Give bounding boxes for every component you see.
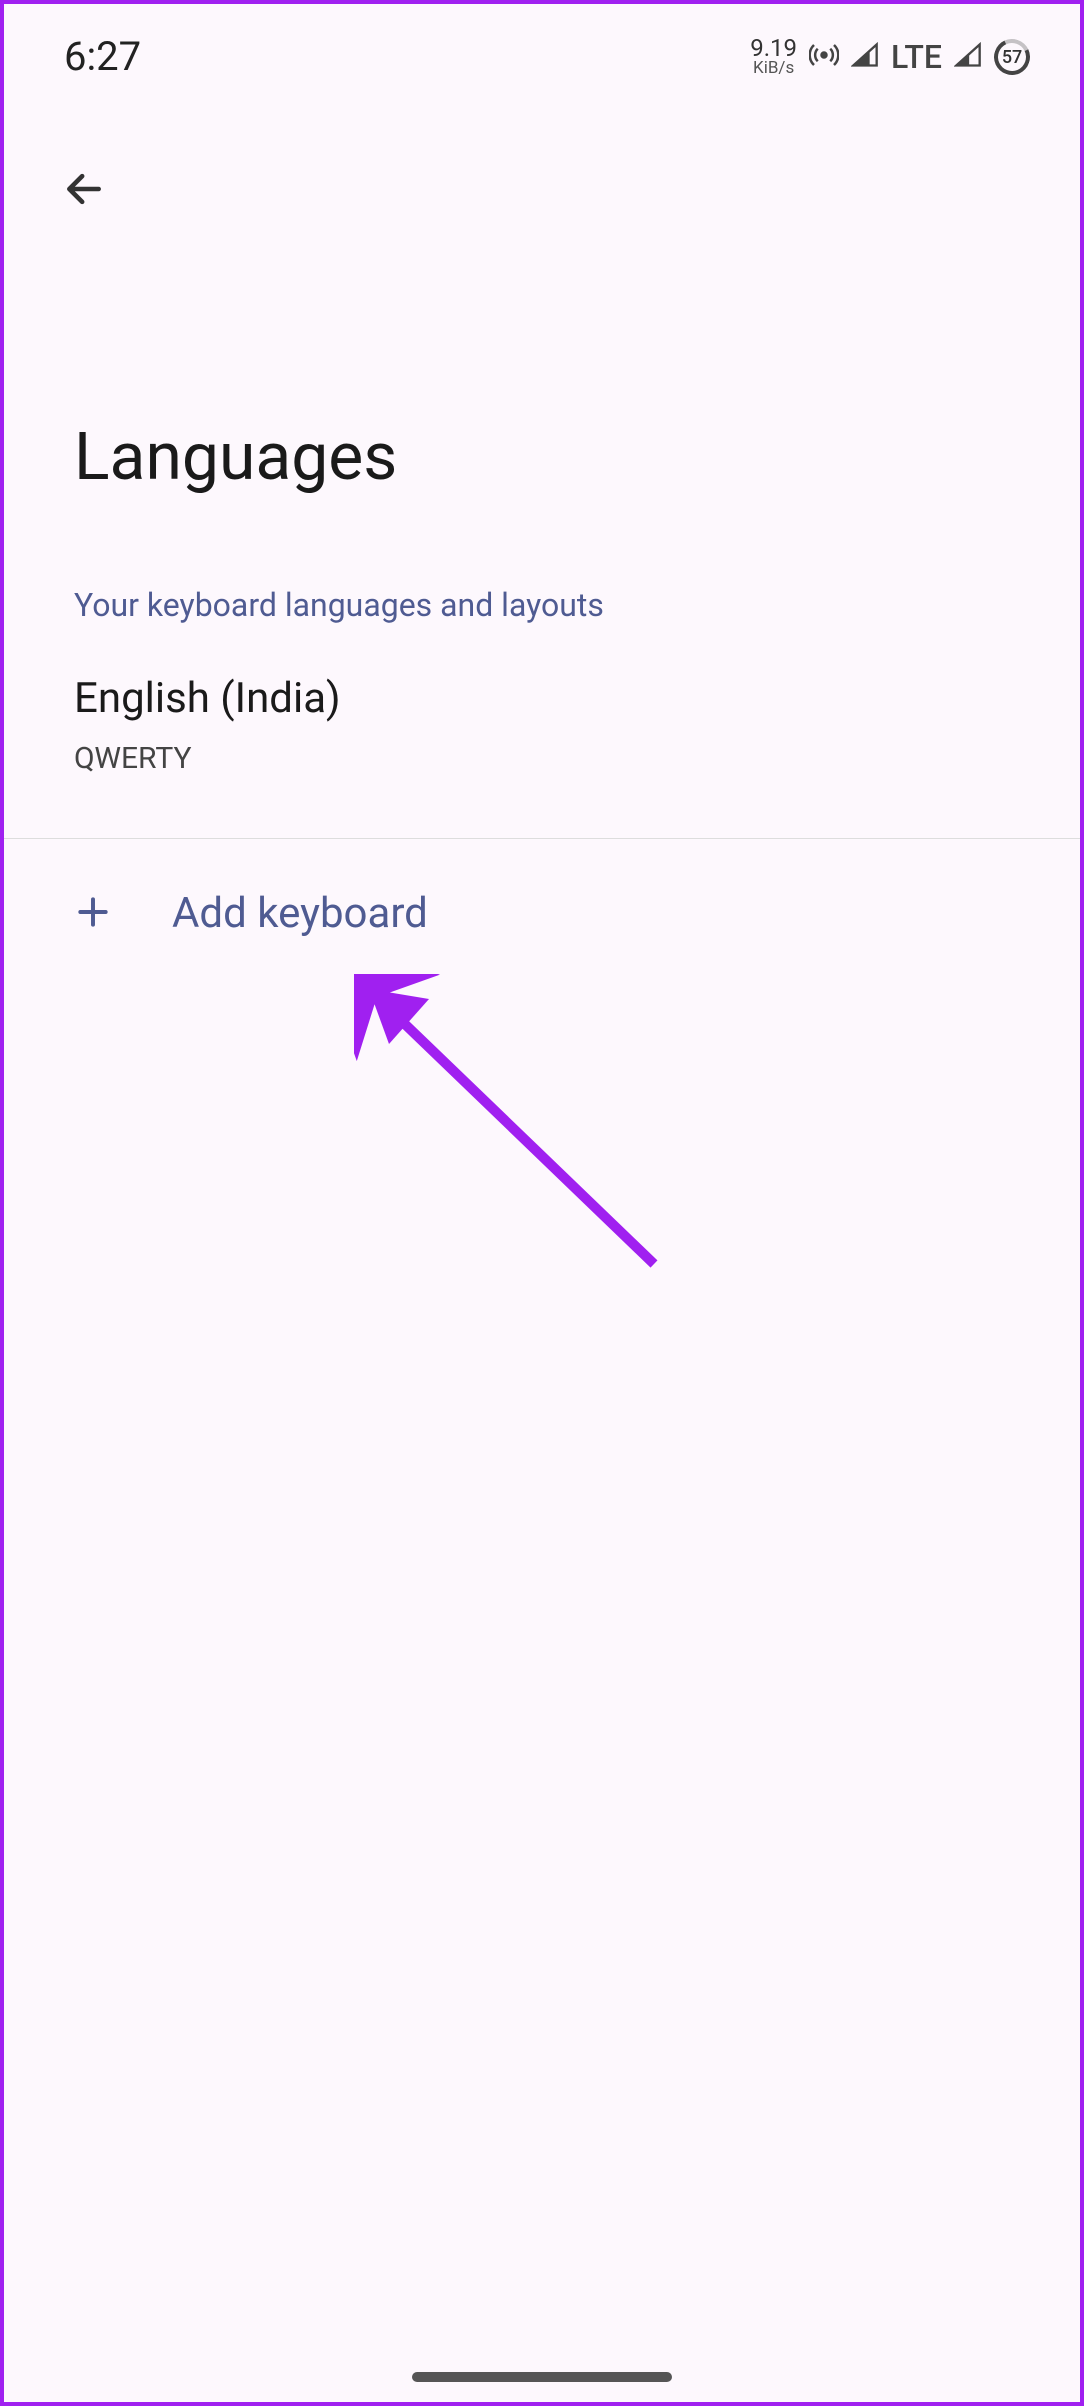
add-keyboard-label: Add keyboard — [172, 889, 428, 938]
page-title: Languages — [74, 419, 1080, 496]
language-layout: QWERTY — [74, 741, 1080, 776]
network-type: LTE — [891, 38, 942, 76]
data-rate-value: 9.19 — [750, 36, 797, 60]
status-icons: 9.19 KiB/s LTE 57 — [750, 36, 1030, 77]
status-time: 6:27 — [64, 33, 141, 80]
navigation-bar-handle[interactable] — [412, 2372, 672, 2382]
data-rate-unit: KiB/s — [753, 60, 794, 77]
hotspot-icon — [809, 40, 839, 74]
section-subtitle: Your keyboard languages and layouts — [74, 586, 1080, 624]
arrow-left-icon — [62, 167, 106, 211]
status-bar: 6:27 9.19 KiB/s LTE — [4, 4, 1080, 99]
signal-icon — [851, 42, 879, 72]
add-keyboard-button[interactable]: Add keyboard — [4, 839, 1080, 988]
language-item[interactable]: English (India) QWERTY — [74, 674, 1080, 826]
data-rate-indicator: 9.19 KiB/s — [750, 36, 797, 77]
signal-icon-2 — [954, 42, 982, 72]
battery-icon: 57 — [989, 33, 1035, 79]
back-button[interactable] — [54, 159, 114, 219]
plus-icon — [74, 893, 112, 935]
language-name: English (India) — [74, 674, 1080, 723]
battery-level: 57 — [1002, 46, 1022, 67]
annotation-arrow — [354, 974, 694, 1294]
